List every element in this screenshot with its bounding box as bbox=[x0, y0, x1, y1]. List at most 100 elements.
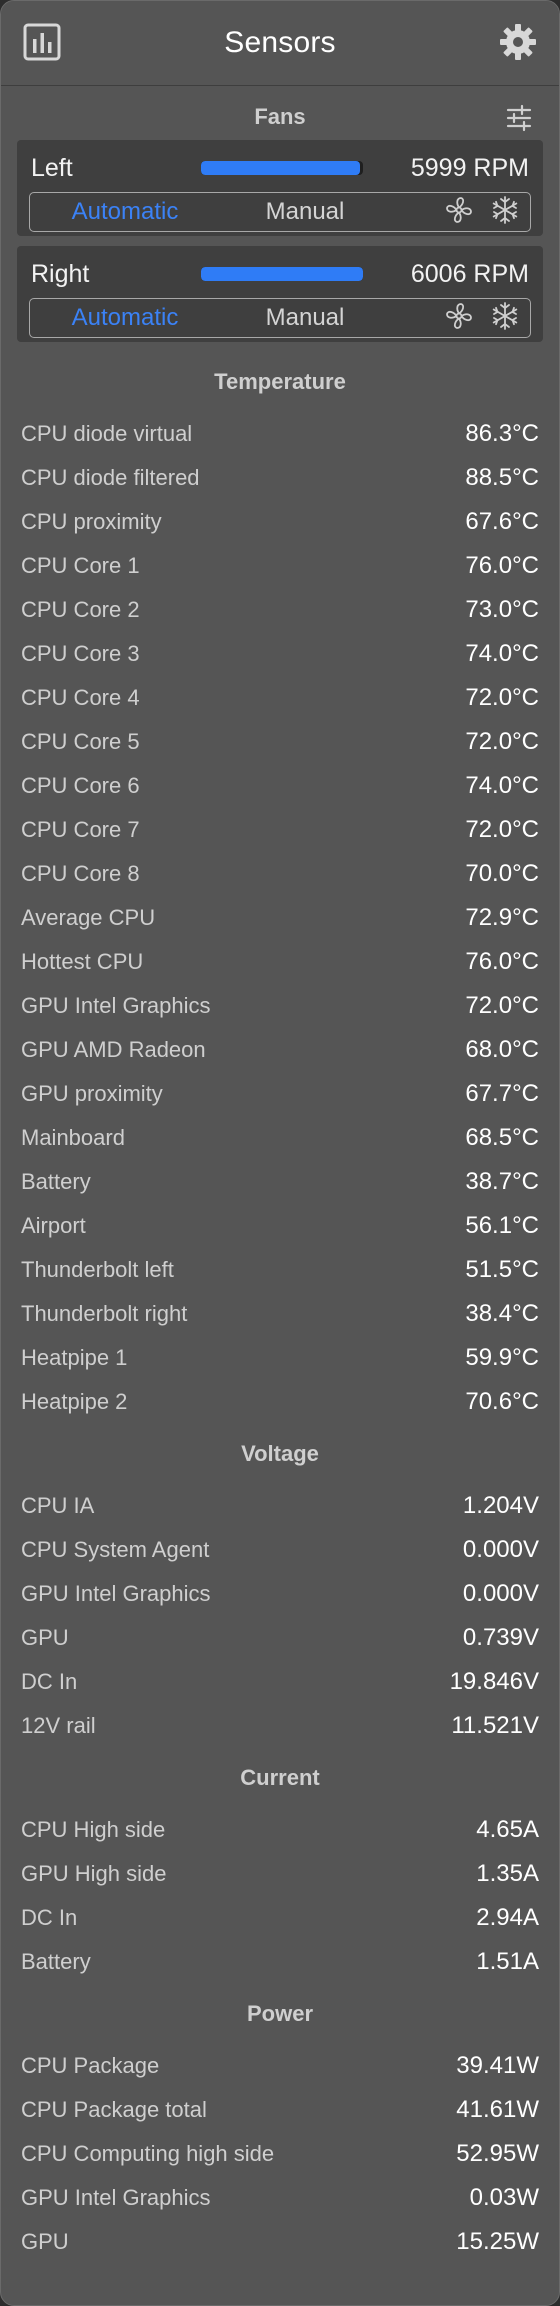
sensor-name: CPU Core 5 bbox=[21, 729, 140, 754]
sensor-value: 68.5°C bbox=[465, 1124, 539, 1151]
fan-speed-bar bbox=[201, 161, 363, 175]
gear-icon[interactable] bbox=[497, 21, 539, 63]
sensor-row: CPU Core 4 72.0°C bbox=[1, 676, 559, 720]
sensor-value: 1.204V bbox=[462, 1492, 539, 1519]
sensor-value: 68.0°C bbox=[465, 1036, 539, 1063]
sensor-name: CPU IA bbox=[21, 1493, 95, 1518]
sensor-name: CPU Core 6 bbox=[21, 773, 140, 798]
sensor-row: CPU diode virtual 86.3°C bbox=[1, 412, 559, 456]
sensor-name: DC In bbox=[21, 1905, 78, 1930]
sensor-value: 41.61W bbox=[456, 2096, 539, 2123]
fan-rpm: 6006 RPM bbox=[410, 259, 529, 288]
fan-icon[interactable] bbox=[444, 195, 474, 230]
sensor-row: CPU Core 2 73.0°C bbox=[1, 588, 559, 632]
sensor-name: GPU High side bbox=[21, 1861, 167, 1886]
sensor-value: 72.0°C bbox=[465, 992, 539, 1019]
sensor-row: GPU Intel Graphics 0.03W bbox=[1, 2176, 559, 2220]
sensor-row: GPU Intel Graphics 0.000V bbox=[1, 1572, 559, 1616]
sensor-name: GPU AMD Radeon bbox=[21, 1037, 206, 1062]
fans-list: Left 5999 RPM Automatic Manual Right 6006 RPM… bbox=[1, 140, 559, 342]
sensor-name: 12V rail bbox=[21, 1713, 96, 1738]
sensor-value: 86.3°C bbox=[465, 420, 539, 447]
sensor-value: 1.35A bbox=[476, 1860, 539, 1887]
sensor-value: 72.0°C bbox=[465, 684, 539, 711]
sensor-name: Heatpipe 2 bbox=[21, 1389, 128, 1414]
fan-speed-fill bbox=[201, 161, 360, 175]
sensor-name: GPU proximity bbox=[21, 1081, 163, 1106]
sensor-value: 56.1°C bbox=[465, 1212, 539, 1239]
sensor-row: CPU Package 39.41W bbox=[1, 2044, 559, 2088]
sensor-row: CPU Computing high side 52.95W bbox=[1, 2132, 559, 2176]
sensor-value: 67.6°C bbox=[465, 508, 539, 535]
sensor-row: GPU 15.25W bbox=[1, 2220, 559, 2264]
sensor-name: DC In bbox=[21, 1669, 78, 1694]
sensor-name: GPU Intel Graphics bbox=[21, 2185, 211, 2210]
sensor-row: GPU High side 1.35A bbox=[1, 1852, 559, 1896]
sensor-value: 0.03W bbox=[469, 2184, 539, 2211]
sensor-sections: Temperature CPU diode virtual 86.3°C CPU di… bbox=[1, 352, 559, 2264]
sensor-name: Hottest CPU bbox=[21, 949, 144, 974]
sensor-name: Mainboard bbox=[21, 1125, 125, 1150]
sensor-value: 88.5°C bbox=[465, 464, 539, 491]
sensor-row: Battery 1.51A bbox=[1, 1940, 559, 1984]
sensor-row: DC In 2.94A bbox=[1, 1896, 559, 1940]
sensor-value: 74.0°C bbox=[465, 640, 539, 667]
sensor-name: GPU Intel Graphics bbox=[21, 993, 211, 1018]
snowflake-icon[interactable] bbox=[490, 301, 520, 336]
sensor-value: 4.65A bbox=[476, 1816, 539, 1843]
sensor-value: 70.6°C bbox=[465, 1388, 539, 1415]
sensor-row: Heatpipe 2 70.6°C bbox=[1, 1380, 559, 1424]
sensor-name: Average CPU bbox=[21, 905, 156, 930]
sensor-row: Airport 56.1°C bbox=[1, 1204, 559, 1248]
sensor-value: 0.000V bbox=[462, 1536, 539, 1563]
sensor-value: 0.000V bbox=[462, 1580, 539, 1607]
sensor-name: CPU Package total bbox=[21, 2097, 207, 2122]
fan-icon[interactable] bbox=[444, 301, 474, 336]
sensor-row: CPU Package total 41.61W bbox=[1, 2088, 559, 2132]
section-header-current: Current bbox=[240, 1765, 320, 1790]
sensor-value: 76.0°C bbox=[465, 948, 539, 975]
sensor-name: Thunderbolt left bbox=[21, 1257, 174, 1282]
sensor-value: 70.0°C bbox=[465, 860, 539, 887]
sensor-row: Hottest CPU 76.0°C bbox=[1, 940, 559, 984]
bar-chart-icon[interactable] bbox=[21, 21, 63, 63]
sensor-row: DC In 19.846V bbox=[1, 1660, 559, 1704]
sensor-row: CPU Core 6 74.0°C bbox=[1, 764, 559, 808]
sensor-row: CPU Core 5 72.0°C bbox=[1, 720, 559, 764]
sensor-row: CPU Core 1 76.0°C bbox=[1, 544, 559, 588]
automatic-mode-button[interactable]: Automatic bbox=[30, 304, 220, 332]
fan-rpm: 5999 RPM bbox=[410, 153, 529, 182]
sensor-row: CPU proximity 67.6°C bbox=[1, 500, 559, 544]
manual-mode-button[interactable]: Manual bbox=[220, 304, 390, 332]
snowflake-icon[interactable] bbox=[490, 195, 520, 230]
sensor-name: CPU Core 3 bbox=[21, 641, 140, 666]
fan-name: Right bbox=[31, 259, 90, 288]
sensor-row: GPU proximity 67.7°C bbox=[1, 1072, 559, 1116]
sliders-icon[interactable] bbox=[505, 104, 533, 132]
title-bar: Sensors bbox=[1, 1, 559, 86]
sensor-name: CPU Core 1 bbox=[21, 553, 140, 578]
section-header-voltage: Voltage bbox=[241, 1441, 319, 1466]
sensor-row: Heatpipe 1 59.9°C bbox=[1, 1336, 559, 1380]
manual-mode-button[interactable]: Manual bbox=[220, 198, 390, 226]
sensor-name: CPU Core 8 bbox=[21, 861, 140, 886]
sensor-name: CPU Core 4 bbox=[21, 685, 140, 710]
sensor-name: CPU proximity bbox=[21, 509, 162, 534]
sensor-value: 51.5°C bbox=[465, 1256, 539, 1283]
sensor-value: 11.521V bbox=[451, 1712, 539, 1739]
sensor-row: CPU IA 1.204V bbox=[1, 1484, 559, 1528]
sensor-value: 76.0°C bbox=[465, 552, 539, 579]
sensor-row: GPU 0.739V bbox=[1, 1616, 559, 1660]
fan-speed-bar bbox=[201, 267, 363, 281]
fan-card-right: Right 6006 RPM Automatic Manual bbox=[17, 246, 543, 342]
sensor-row: 12V rail 11.521V bbox=[1, 1704, 559, 1748]
automatic-mode-button[interactable]: Automatic bbox=[30, 198, 220, 226]
sensor-value: 2.94A bbox=[476, 1904, 539, 1931]
sensor-row: CPU diode filtered 88.5°C bbox=[1, 456, 559, 500]
sensor-name: Battery bbox=[21, 1169, 91, 1194]
sensor-value: 0.739V bbox=[462, 1624, 539, 1651]
sensor-value: 67.7°C bbox=[465, 1080, 539, 1107]
sensor-value: 72.0°C bbox=[465, 816, 539, 843]
window-title: Sensors bbox=[224, 26, 336, 59]
sensor-name: CPU High side bbox=[21, 1817, 166, 1842]
